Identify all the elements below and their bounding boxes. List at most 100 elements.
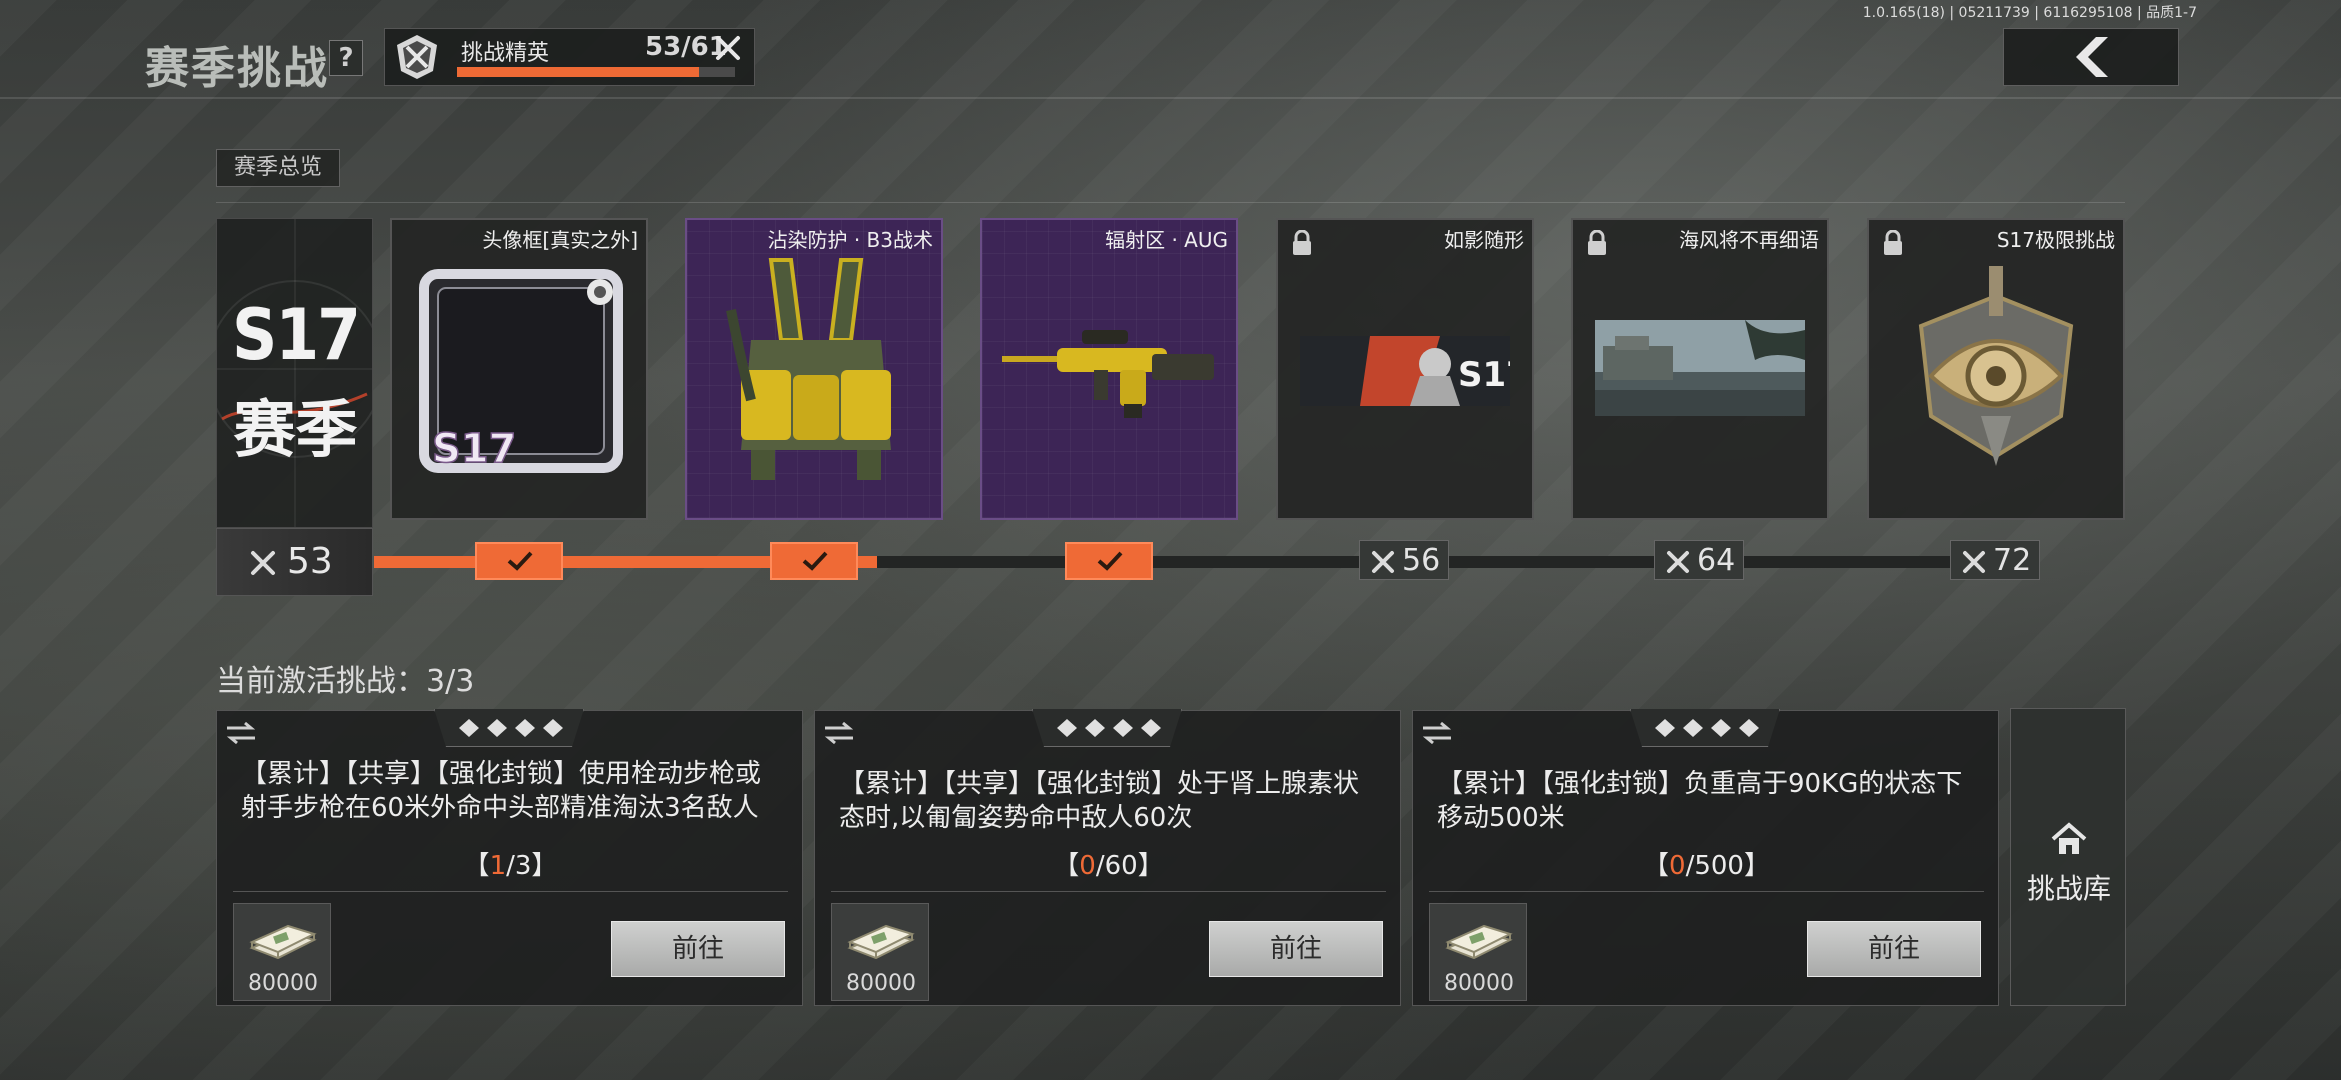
milestone-locked[interactable]: 64 (1654, 540, 1744, 580)
milestone-locked[interactable]: 56 (1359, 540, 1449, 580)
progress-total: /500 (1685, 851, 1744, 881)
season-card: S17 赛季 (216, 218, 373, 528)
reward-card-aug[interactable]: 辐射区 · AUG (980, 218, 1238, 520)
swap-icon[interactable] (225, 721, 257, 745)
milestone-value: 72 (1993, 543, 2032, 578)
active-challenges-label: 当前激活挑战：3/3 (216, 664, 475, 699)
star-icon (459, 719, 563, 737)
challenge-divider (831, 891, 1386, 892)
challenge-progress: 【0/60】 (815, 845, 1402, 882)
lock-icon (1884, 230, 1902, 255)
challenge-library-button[interactable]: 挑战库 (2010, 708, 2126, 1006)
milestone-value: 64 (1697, 543, 1736, 578)
challenge-description: 【累计】【共享】【强化封锁】使用栓动步枪或射手步枪在60米外命中头部精准淘汰3名… (241, 759, 762, 823)
swap-icon[interactable] (1421, 721, 1453, 745)
progress-bracket-close: 】 (1743, 851, 1770, 881)
challenge-card: 【累计】【强化封锁】负重高于90KG的状态下移动500米 【0/500】 800… (1412, 709, 2000, 1006)
reward-amount: 80000 (248, 971, 318, 996)
progress-bracket-open: 【 (1053, 851, 1080, 881)
reward-name: 辐射区 · AUG (1105, 228, 1228, 252)
back-chevron-icon (2076, 37, 2108, 77)
reward-card-scene[interactable]: 海风将不再细语 (1571, 218, 1829, 520)
overview-divider (216, 202, 2125, 203)
milestone-claimed[interactable] (770, 542, 858, 580)
reward-card-vest[interactable]: 沾染防护 · B3战术 (685, 218, 943, 520)
check-icon (802, 551, 828, 571)
crossed-swords-icon (1963, 551, 1985, 573)
back-button[interactable] (2003, 28, 2179, 86)
lock-icon (1293, 230, 1311, 255)
challenge-progress: 【0/500】 (1413, 845, 2000, 882)
page-title: 赛季挑战 (145, 43, 329, 94)
crossed-swords-icon (1667, 551, 1689, 573)
home-icon (2051, 822, 2087, 854)
milestone-locked[interactable]: 72 (1950, 540, 2040, 580)
challenge-card: 【累计】【共享】【强化封锁】使用栓动步枪或射手步枪在60米外命中头部精准淘汰3名… (216, 709, 804, 1006)
help-button[interactable]: ? (329, 40, 363, 76)
elite-badge-icon (397, 35, 437, 79)
check-icon (507, 551, 533, 571)
progress-current: 0 (1669, 851, 1686, 881)
crossed-swords-icon (716, 36, 740, 60)
progress-total: /3 (506, 851, 532, 881)
progress-total: /60 (1095, 851, 1138, 881)
challenge-description: 【累计】【共享】【强化封锁】处于肾上腺素状态时,以匍匐姿势命中敌人60次 (839, 769, 1360, 833)
swap-icon[interactable] (823, 721, 855, 745)
season-subtitle: 赛季 (233, 393, 358, 466)
elite-name: 挑战精英 (461, 41, 550, 66)
challenge-progress: 【1/3】 (217, 845, 804, 882)
go-button[interactable]: 前往 (1807, 921, 1981, 977)
season-title: S17 (232, 294, 361, 376)
avatar-frame-image: S17 (419, 269, 623, 473)
progress-bracket-close: 】 (531, 851, 558, 881)
milestone-claimed[interactable] (475, 542, 563, 580)
progress-bracket-open: 【 (1643, 851, 1670, 881)
reward-amount: 80000 (846, 971, 916, 996)
crossed-swords-icon (1372, 551, 1394, 573)
go-button[interactable]: 前往 (1209, 921, 1383, 977)
reward-card-avatar-frame[interactable]: 头像框[真实之外] S17 (390, 218, 648, 520)
reward-card-emblem[interactable]: S17极限挑战 (1867, 218, 2125, 520)
cash-stack-icon (847, 924, 915, 960)
crossed-swords-icon (251, 551, 275, 575)
difficulty-stars (434, 709, 584, 747)
aug-rifle-image (1002, 330, 1214, 418)
version-info: 1.0.165(18) | 05211739 | 6116295108 | 品质… (1862, 5, 2197, 21)
milestone-value: 56 (1402, 543, 1441, 578)
frame-badge-text: S17 (432, 426, 516, 472)
challenge-description: 【累计】【强化封锁】负重高于90KG的状态下移动500米 (1437, 769, 1963, 833)
difficulty-stars (1630, 709, 1780, 747)
challenge-divider (233, 891, 788, 892)
reward-name: 如影随形 (1444, 228, 1524, 252)
reward-name: 海风将不再细语 (1679, 228, 1819, 252)
cash-stack-icon (249, 924, 317, 960)
progress-bracket-close: 】 (1137, 851, 1164, 881)
milestone-claimed[interactable] (1065, 542, 1153, 580)
reward-name: S17极限挑战 (1996, 228, 2115, 252)
difficulty-stars (1032, 709, 1182, 747)
progress-current: 0 (1079, 851, 1096, 881)
challenge-reward[interactable]: 80000 (1429, 903, 1527, 1001)
banner-badge-text: S17 (1458, 355, 1510, 395)
name-banner-image: S17 (1300, 336, 1510, 406)
challenge-divider (1429, 891, 1984, 892)
challenge-reward[interactable]: 80000 (831, 903, 929, 1001)
challenge-reward[interactable]: 80000 (233, 903, 331, 1001)
season-points-value: 53 (287, 541, 333, 582)
reward-name: 沾染防护 · B3战术 (767, 228, 933, 252)
header-divider (0, 97, 2341, 99)
reward-name: 头像框[真实之外] (482, 228, 638, 252)
star-icon (1655, 719, 1759, 737)
challenge-library-label: 挑战库 (2026, 872, 2111, 905)
season-points: 53 (216, 528, 373, 596)
tactical-vest-image (726, 258, 891, 480)
go-button[interactable]: 前往 (611, 921, 785, 977)
star-icon (1057, 719, 1161, 737)
progress-current: 1 (489, 851, 507, 881)
challenge-card: 【累计】【共享】【强化封锁】处于肾上腺素状态时,以匍匐姿势命中敌人60次 【0/… (814, 709, 1402, 1006)
cash-stack-icon (1445, 924, 1513, 960)
reward-card-banner[interactable]: 如影随形 S17 (1276, 218, 1534, 520)
seaside-scene-image (1595, 320, 1805, 416)
season-overview-tab[interactable]: 赛季总览 (216, 149, 340, 187)
elite-progress-panel[interactable]: 挑战精英 53/61 (384, 28, 755, 86)
